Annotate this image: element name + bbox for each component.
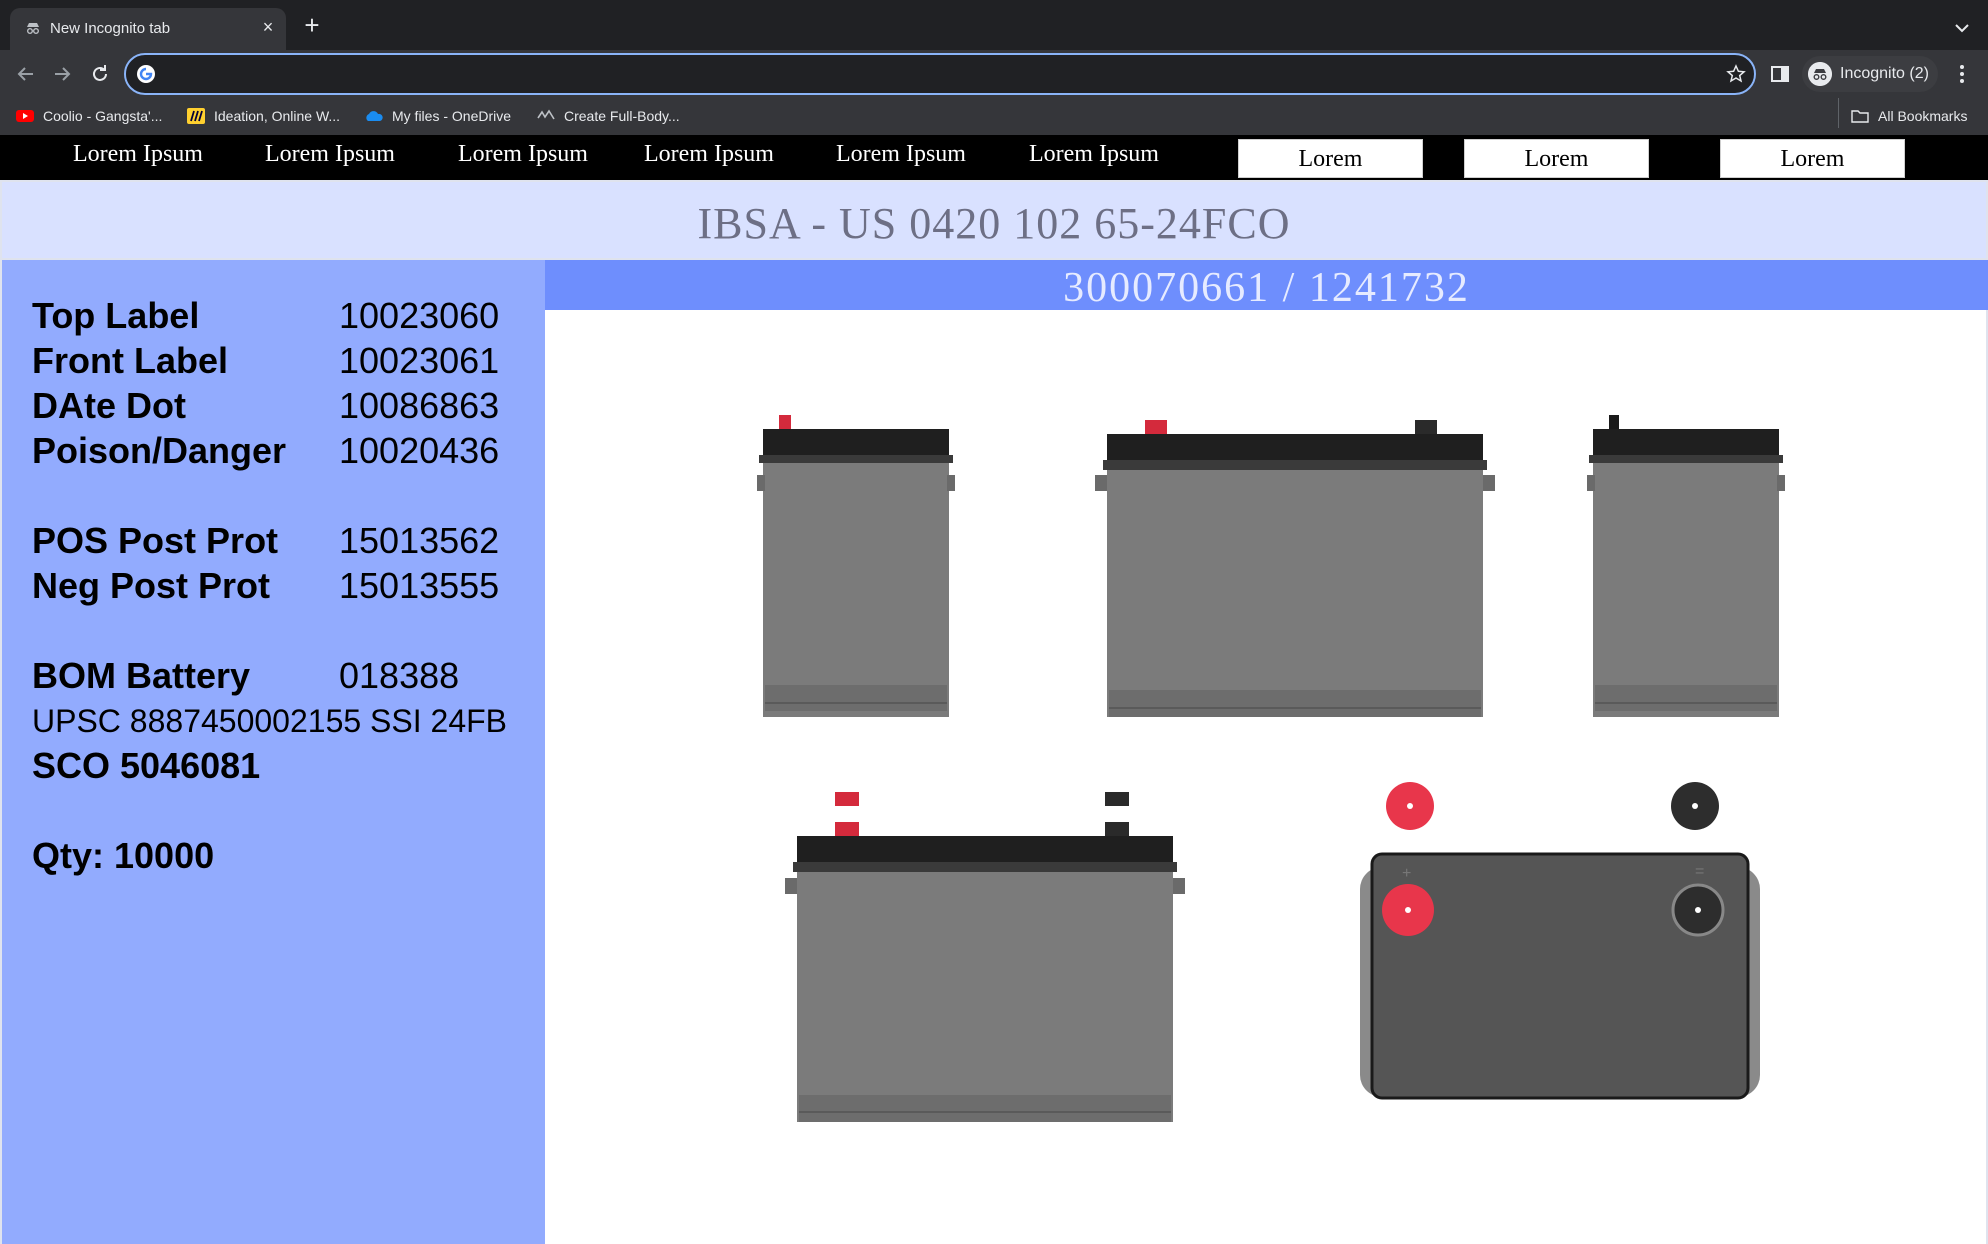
nav-link[interactable]: Lorem Ipsum <box>265 141 395 168</box>
address-bar[interactable] <box>124 53 1756 95</box>
nav-link[interactable]: Lorem Ipsum <box>644 141 774 168</box>
battery-image-area: + = <box>545 310 1988 1244</box>
incognito-label: Incognito (2) <box>1840 65 1929 82</box>
nav-link[interactable]: Lorem Ipsum <box>836 141 966 168</box>
all-bookmarks-label: All Bookmarks <box>1878 108 1968 124</box>
incognito-avatar-icon <box>1808 62 1832 86</box>
spec-value: 10023061 <box>339 340 500 381</box>
svg-text:+: + <box>1402 865 1411 882</box>
bookmark-item[interactable]: My files - OneDrive <box>365 106 511 126</box>
close-tab-icon[interactable]: × <box>258 17 278 37</box>
subheader-bar: 300070661 / 1241732 <box>545 260 1988 311</box>
spec-value: 10020436 <box>339 430 500 471</box>
bookmarks-bar: Coolio - Gangsta'... Ideation, Online W.… <box>0 98 1988 134</box>
spec-label: Neg Post Prot <box>32 565 271 606</box>
title-bar: IBSA - US 0420 102 65-24FCO <box>0 180 1988 260</box>
battery-top-view: + = <box>1360 782 1760 1100</box>
bookmark-site-icon <box>537 109 555 120</box>
chevron-down-icon[interactable] <box>1950 16 1974 40</box>
bookmark-item[interactable]: Coolio - Gangsta'... <box>16 106 162 126</box>
side-panel-icon[interactable] <box>1770 64 1790 84</box>
top-nav: Lorem Ipsum Lorem Ipsum Lorem Ipsum Lore… <box>0 135 1988 180</box>
spec-value: 10086863 <box>339 385 500 426</box>
battery-side-view-left <box>757 415 955 717</box>
reload-icon[interactable] <box>88 62 112 86</box>
browser-toolbar: Incognito (2) <box>0 50 1988 98</box>
spec-value: 15013562 <box>339 520 500 561</box>
tab-incognito[interactable]: New Incognito tab × <box>10 8 286 50</box>
onedrive-icon <box>366 111 383 121</box>
page-title: IBSA - US 0420 102 65-24FCO <box>697 199 1291 248</box>
battery-side-view-right <box>1587 415 1785 717</box>
incognito-icon <box>27 23 39 34</box>
back-arrow-icon[interactable] <box>14 62 38 86</box>
spec-value: 10023060 <box>339 295 500 336</box>
nav-link[interactable]: Lorem Ipsum <box>458 141 588 168</box>
spec-label: DAte Dot <box>32 385 186 426</box>
upsc-text: UPSC 8887450002155 SSI 24FB <box>32 703 507 739</box>
spec-label: Top Label <box>32 295 200 336</box>
incognito-profile-button[interactable]: Incognito (2) <box>1802 56 1938 92</box>
bookmark-label: Create Full-Body... <box>564 108 680 124</box>
new-tab-button[interactable]: + <box>300 12 324 38</box>
nav-button[interactable]: Lorem <box>1464 139 1649 178</box>
browser-chrome: New Incognito tab × + Incognito (2) Cool… <box>0 0 1988 135</box>
tab-title: New Incognito tab <box>50 20 171 37</box>
qty-text: Qty: 10000 <box>32 835 215 876</box>
bookmark-label: Coolio - Gangsta'... <box>43 108 163 124</box>
more-menu-icon[interactable] <box>1950 62 1974 86</box>
bookmark-item[interactable]: Create Full-Body... <box>537 106 680 126</box>
star-icon[interactable] <box>1726 64 1746 84</box>
tab-strip: New Incognito tab × + <box>0 0 1988 50</box>
all-bookmarks-button[interactable]: All Bookmarks <box>1851 106 1967 126</box>
miro-icon <box>187 108 205 124</box>
bookmarks-divider <box>1838 98 1839 128</box>
nav-button[interactable]: Lorem <box>1720 139 1905 178</box>
sco-text: SCO 5046081 <box>32 745 261 786</box>
youtube-icon <box>16 110 34 122</box>
nav-button[interactable]: Lorem <box>1238 139 1423 178</box>
spec-panel: Top Label 10023060 Front Label 10023061 … <box>0 260 545 1244</box>
battery-front-view-protectors <box>785 792 1185 1122</box>
bom-label: BOM Battery <box>32 655 251 696</box>
bom-value: 018388 <box>339 655 460 696</box>
spec-label: Front Label <box>32 340 228 381</box>
nav-link[interactable]: Lorem Ipsum <box>73 141 203 168</box>
spec-label: POS Post Prot <box>32 520 279 561</box>
battery-front-view <box>1095 420 1495 717</box>
google-icon <box>137 65 155 83</box>
bookmark-label: Ideation, Online W... <box>214 108 341 124</box>
bookmark-label: My files - OneDrive <box>392 108 512 124</box>
spec-label: Poison/Danger <box>32 430 287 471</box>
folder-icon <box>1851 110 1869 123</box>
nav-link[interactable]: Lorem Ipsum <box>1029 141 1159 168</box>
bookmark-item[interactable]: Ideation, Online W... <box>187 106 340 126</box>
spec-value: 15013555 <box>339 565 500 606</box>
forward-arrow-icon[interactable] <box>50 62 74 86</box>
svg-text:=: = <box>1695 863 1704 880</box>
part-numbers: 300070661 / 1241732 <box>1063 265 1470 311</box>
